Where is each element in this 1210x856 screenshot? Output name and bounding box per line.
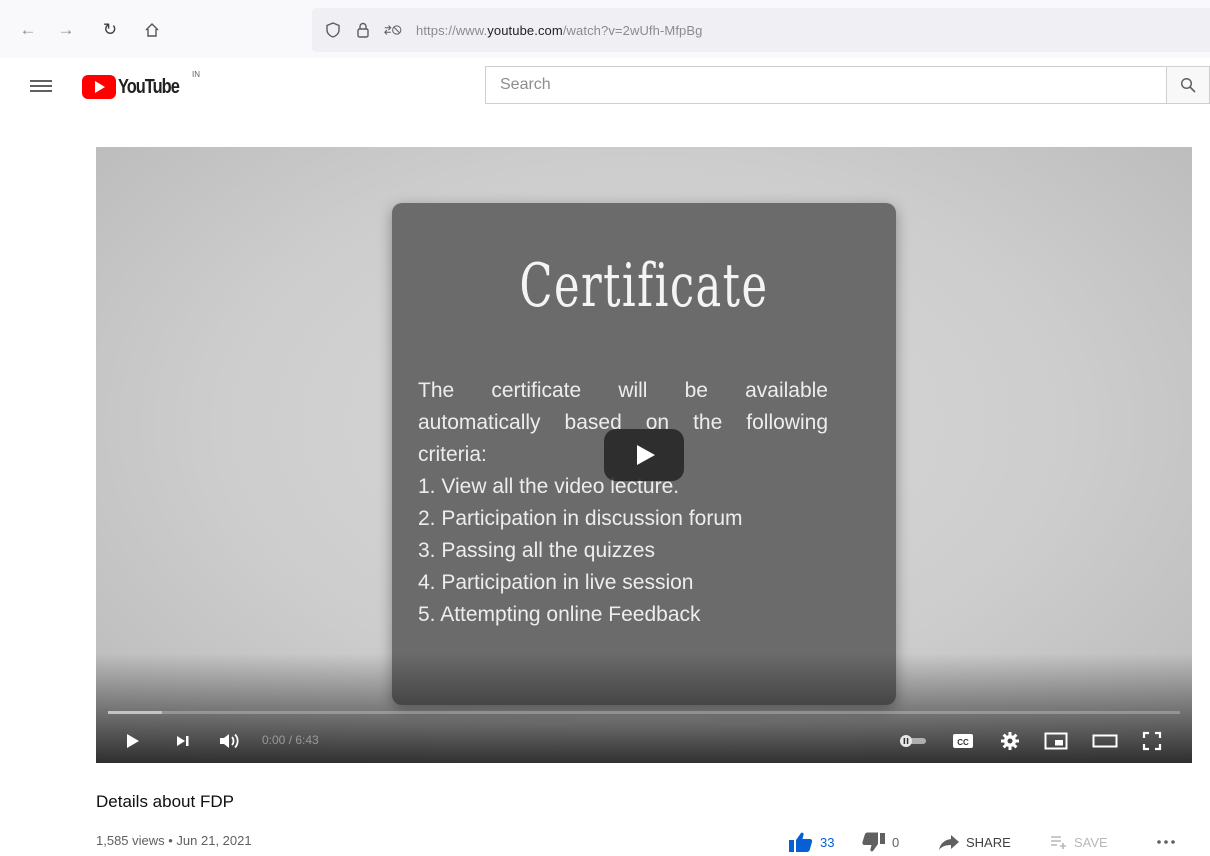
list-item: 2. Participation in discussion forum	[418, 507, 743, 530]
search-input[interactable]: Search	[485, 66, 1166, 104]
dislike-count: 0	[892, 834, 900, 850]
more-horizontal-icon	[1157, 840, 1175, 844]
fullscreen-icon[interactable]	[1142, 729, 1162, 753]
country-code: IN	[192, 70, 200, 79]
large-play-button[interactable]	[604, 429, 684, 481]
slide-body: The certificate will be available automa…	[418, 375, 828, 631]
url-text[interactable]: https://www.youtube.com/watch?v=2wUfh-Mf…	[416, 23, 702, 38]
slide-title: Certificate	[519, 251, 769, 321]
video-player[interactable]: Certificate The certificate will be avai…	[96, 147, 1192, 763]
youtube-play-logo-icon	[82, 75, 116, 99]
share-icon	[939, 835, 959, 850]
theater-mode-icon[interactable]	[1092, 729, 1118, 753]
permissions-icon[interactable]	[384, 21, 402, 39]
miniplayer-icon[interactable]	[1044, 729, 1068, 753]
url-prefix: https://www.	[416, 22, 488, 38]
settings-gear-icon[interactable]	[1000, 729, 1020, 753]
share-button[interactable]: SHARE	[938, 830, 1011, 854]
time-display: 0:00 / 6:43	[262, 733, 319, 747]
search-button[interactable]	[1166, 66, 1210, 104]
youtube-header: YouTube IN Search	[0, 58, 1210, 120]
video-title: Details about FDP	[96, 792, 234, 811]
like-count: 33	[820, 834, 835, 850]
like-button[interactable]: 33	[788, 830, 834, 854]
home-icon[interactable]	[142, 19, 162, 41]
search-icon	[1180, 77, 1196, 93]
browser-toolbar: ← → ↻ https://www.youtube.com/watch?v=2w…	[0, 0, 1210, 58]
shield-icon[interactable]	[324, 21, 342, 39]
back-arrow-icon[interactable]: ←	[18, 19, 38, 41]
list-item: 4. Participation in live session	[418, 571, 694, 594]
list-item: 3. Passing all the quizzes	[418, 539, 655, 562]
list-item: 5. Attempting online Feedback	[418, 603, 701, 626]
next-icon[interactable]	[174, 729, 192, 753]
youtube-logo[interactable]: YouTube IN	[82, 70, 200, 100]
lock-icon[interactable]	[354, 21, 372, 39]
thumbs-up-icon	[789, 832, 813, 852]
captions-icon[interactable]: CC	[952, 729, 974, 753]
url-host: youtube.com	[487, 22, 563, 38]
svg-text:CC: CC	[957, 738, 969, 747]
progress-loaded	[108, 711, 162, 714]
save-button[interactable]: SAVE	[1050, 830, 1108, 854]
autoplay-toggle-icon[interactable]	[898, 729, 928, 753]
url-path: /watch?v=2wUfh-MfpBg	[562, 22, 703, 38]
play-icon[interactable]	[122, 729, 142, 753]
progress-bar[interactable]	[108, 711, 1180, 714]
volume-icon[interactable]	[218, 729, 242, 753]
forward-arrow-icon[interactable]: →	[56, 19, 76, 41]
more-actions-button[interactable]	[1156, 830, 1176, 854]
address-bar[interactable]: https://www.youtube.com/watch?v=2wUfh-Mf…	[312, 8, 1210, 52]
playlist-add-icon	[1051, 836, 1066, 849]
slide-criteria-list: 1. View all the video lecture. 2. Partic…	[418, 471, 828, 631]
share-label: SHARE	[966, 834, 1011, 850]
player-controls: 0:00 / 6:43 CC	[96, 719, 1192, 763]
save-label: SAVE	[1074, 834, 1108, 850]
reload-icon[interactable]: ↻	[100, 19, 120, 41]
dislike-button[interactable]: 0	[862, 830, 899, 854]
hamburger-menu-icon[interactable]	[30, 77, 52, 97]
video-meta: 1,585 views • Jun 21, 2021	[96, 833, 252, 848]
thumbs-down-icon	[862, 832, 885, 852]
logo-text: YouTube	[118, 75, 180, 98]
